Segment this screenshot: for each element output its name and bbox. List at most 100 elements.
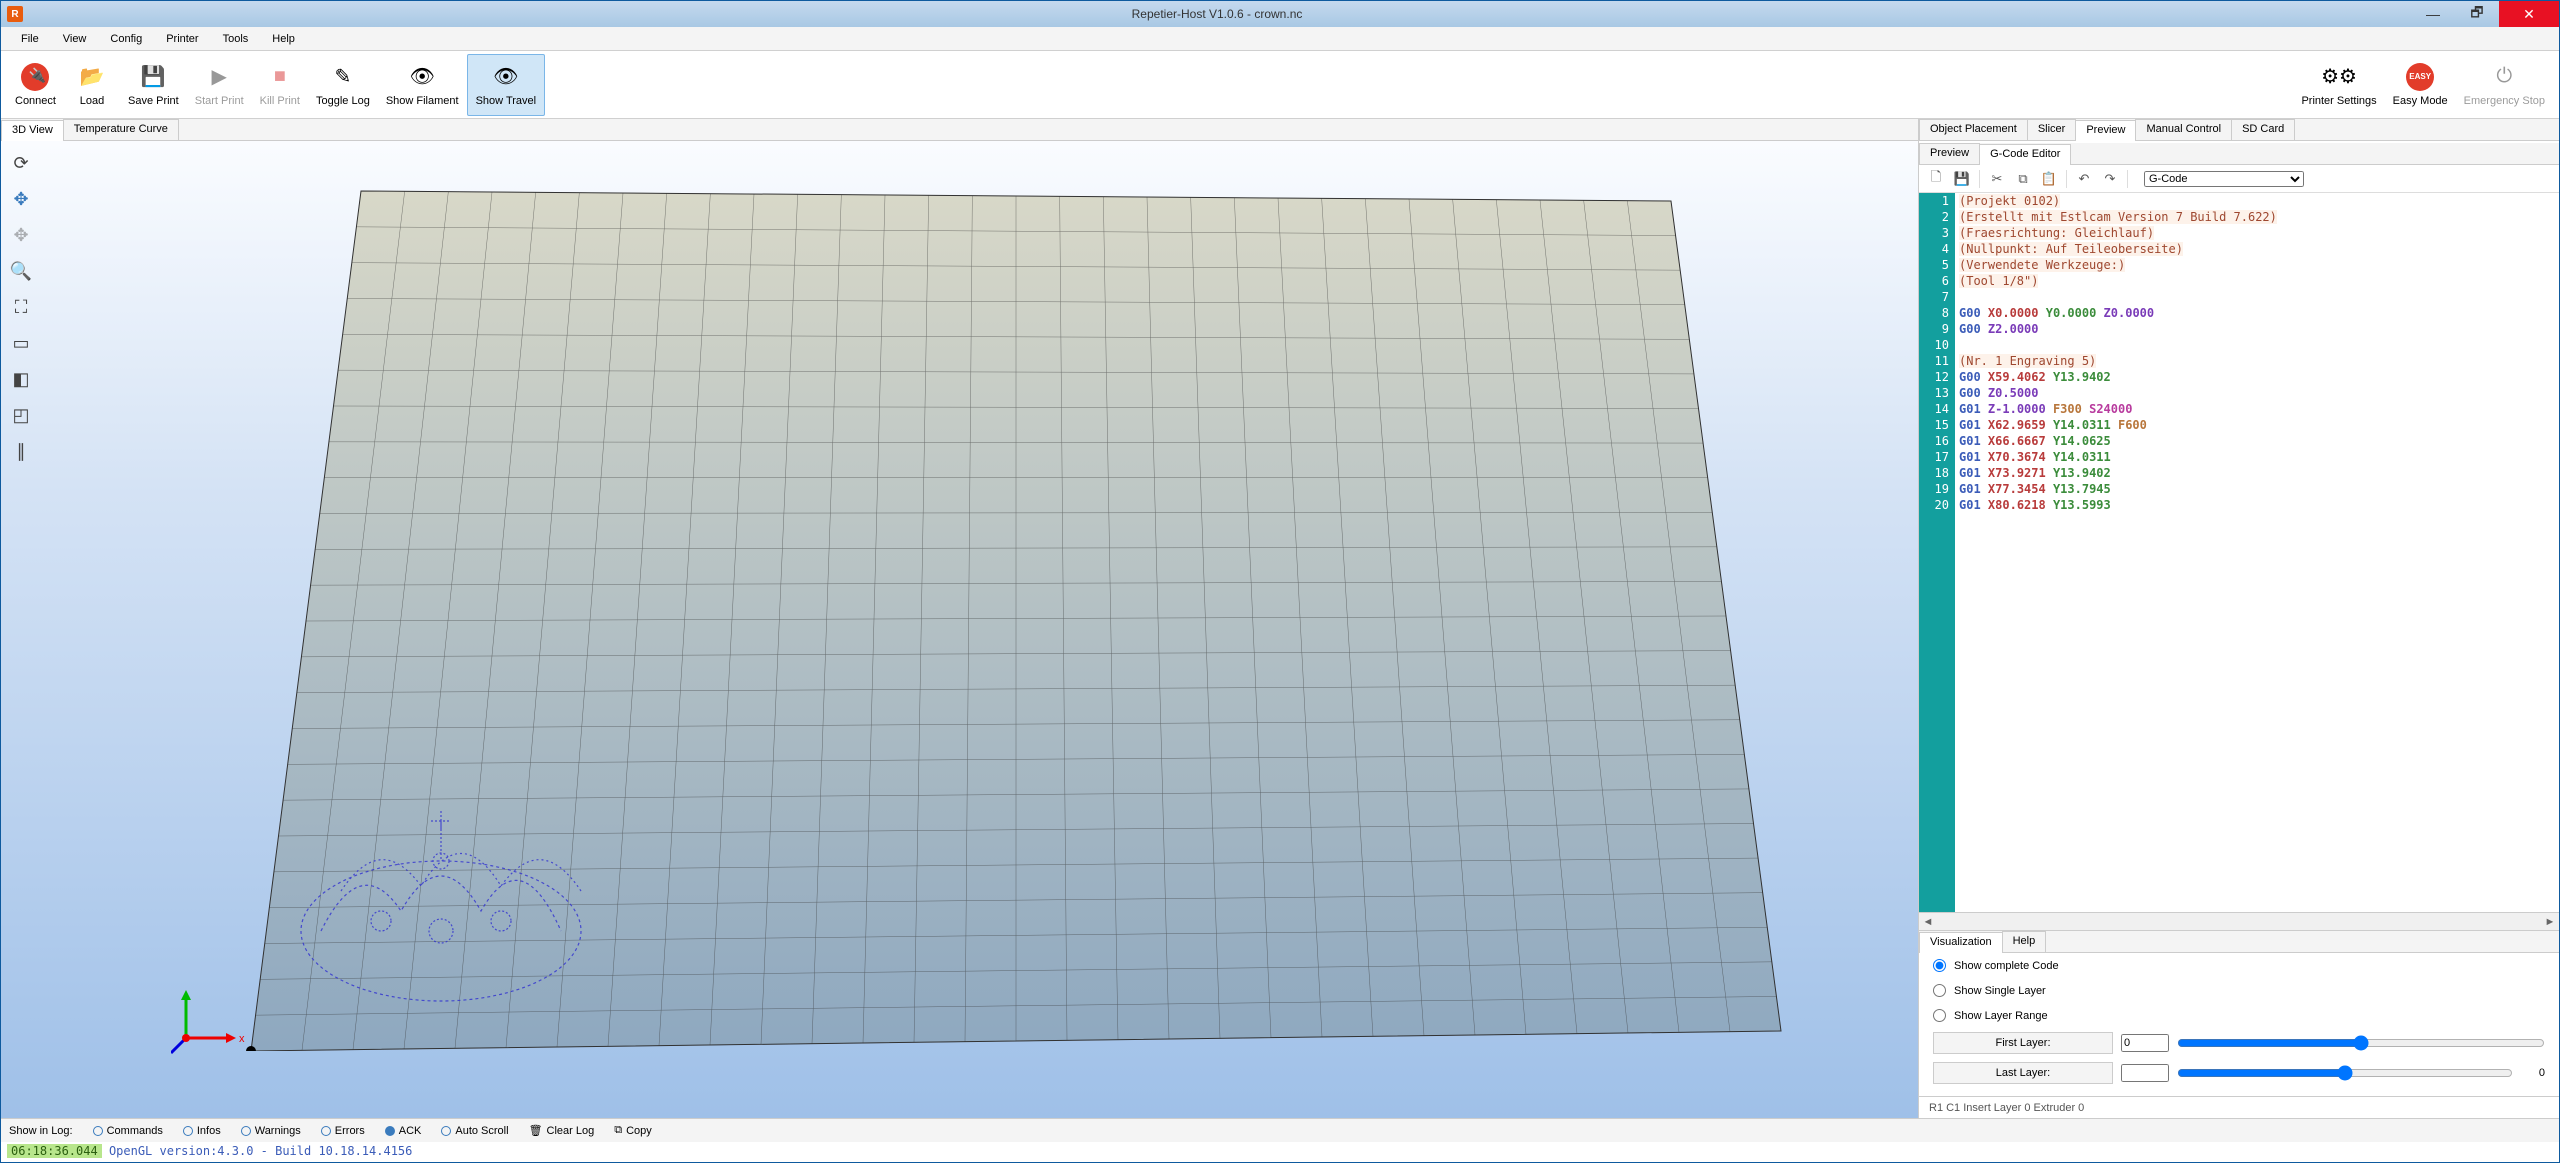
tab-temperature-curve[interactable]: Temperature Curve bbox=[63, 119, 179, 140]
circle-icon bbox=[321, 1126, 331, 1136]
tab-manual-control[interactable]: Manual Control bbox=[2135, 119, 2232, 140]
maximize-button[interactable]: 🗗 bbox=[2455, 1, 2499, 27]
show-filament-button[interactable]: 👁 Show Filament bbox=[378, 54, 467, 116]
connect-button[interactable]: Connect bbox=[7, 54, 64, 116]
show-filament-label: Show Filament bbox=[386, 95, 459, 107]
play-icon: ▶ bbox=[205, 63, 233, 91]
save-print-button[interactable]: 💾 Save Print bbox=[120, 54, 187, 116]
show-travel-label: Show Travel bbox=[476, 95, 537, 107]
save-gcode-icon[interactable]: 💾 bbox=[1953, 170, 1971, 188]
filter-errors[interactable]: Errors bbox=[321, 1125, 365, 1137]
right-tabs: Object Placement Slicer Preview Manual C… bbox=[1919, 119, 2559, 141]
clear-log-button[interactable]: 🗑Clear Log bbox=[529, 1124, 595, 1137]
emergency-label: Emergency Stop bbox=[2464, 95, 2545, 107]
move-object-button[interactable]: ✥ bbox=[5, 219, 37, 251]
save-print-label: Save Print bbox=[128, 95, 179, 107]
subtab-gcode-editor[interactable]: G-Code Editor bbox=[1979, 144, 2071, 165]
connect-label: Connect bbox=[15, 95, 56, 107]
menu-file[interactable]: File bbox=[9, 29, 51, 49]
close-button[interactable]: ✕ bbox=[2499, 1, 2559, 27]
toggle-log-button[interactable]: ✎ Toggle Log bbox=[308, 54, 378, 116]
circle-icon bbox=[441, 1126, 451, 1136]
subtab-preview[interactable]: Preview bbox=[1919, 143, 1980, 164]
window-title: Repetier-Host V1.0.6 - crown.nc bbox=[23, 7, 2411, 21]
rotate-view-button[interactable]: ⟳ bbox=[5, 147, 37, 179]
circle-icon bbox=[241, 1126, 251, 1136]
printer-settings-label: Printer Settings bbox=[2301, 95, 2376, 107]
menu-printer[interactable]: Printer bbox=[154, 29, 210, 49]
first-layer-input[interactable] bbox=[2121, 1034, 2169, 1052]
subtab-visualization[interactable]: Visualization bbox=[1919, 932, 2003, 953]
show-travel-button[interactable]: 👁 Show Travel bbox=[467, 54, 546, 116]
first-layer-slider[interactable] bbox=[2177, 1035, 2545, 1051]
start-print-label: Start Print bbox=[195, 95, 244, 107]
radio-show-range[interactable]: Show Layer Range bbox=[1919, 1003, 2559, 1028]
last-layer-slider[interactable] bbox=[2177, 1065, 2513, 1081]
pencil-icon: ✎ bbox=[329, 63, 357, 91]
scroll-right-icon[interactable]: ► bbox=[2541, 916, 2559, 928]
easy-mode-button[interactable]: EASY Easy Mode bbox=[2385, 54, 2456, 116]
top-view-button[interactable]: ▭ bbox=[5, 327, 37, 359]
redo-icon[interactable]: ↷ bbox=[2101, 170, 2119, 188]
show-in-log-label: Show in Log: bbox=[9, 1125, 73, 1137]
power-icon: ⏻ bbox=[2490, 63, 2518, 91]
emergency-stop-button[interactable]: ⏻ Emergency Stop bbox=[2456, 54, 2553, 116]
gcode-toolbar: 🗋 💾 ✂ ⧉ 📋 ↶ ↷ G-Code bbox=[1919, 165, 2559, 193]
viewport-tools: ⟳ ✥ ✥ 🔍 ⛶ ▭ ◧ ◰ ∥ bbox=[1, 141, 41, 1118]
radio-show-complete[interactable]: Show complete Code bbox=[1919, 953, 2559, 978]
tab-sd-card[interactable]: SD Card bbox=[2231, 119, 2295, 140]
last-layer-input[interactable] bbox=[2121, 1064, 2169, 1082]
parallel-proj-button[interactable]: ∥ bbox=[5, 435, 37, 467]
copy-log-button[interactable]: ⧉Copy bbox=[614, 1124, 652, 1137]
main-toolbar: Connect 📂 Load 💾 Save Print ▶ Start Prin… bbox=[1, 51, 2559, 119]
tab-3d-view[interactable]: 3D View bbox=[1, 120, 64, 141]
fit-button[interactable]: ⛶ bbox=[5, 291, 37, 323]
circle-icon bbox=[93, 1126, 103, 1136]
menu-config[interactable]: Config bbox=[98, 29, 154, 49]
zoom-button[interactable]: 🔍 bbox=[5, 255, 37, 287]
load-button[interactable]: 📂 Load bbox=[64, 54, 120, 116]
new-icon[interactable]: 🗋 bbox=[1927, 170, 1945, 188]
cut-icon[interactable]: ✂ bbox=[1988, 170, 2006, 188]
3d-viewport[interactable]: ⟳ ✥ ✥ 🔍 ⛶ ▭ ◧ ◰ ∥ bbox=[1, 141, 1918, 1118]
printer-settings-button[interactable]: ⚙⚙ Printer Settings bbox=[2293, 54, 2384, 116]
range-end-value: 0 bbox=[2521, 1067, 2545, 1079]
move-view-button[interactable]: ✥ bbox=[5, 183, 37, 215]
menu-tools[interactable]: Tools bbox=[211, 29, 261, 49]
copy-icon[interactable]: ⧉ bbox=[2014, 170, 2032, 188]
paste-icon[interactable]: 📋 bbox=[2040, 170, 2058, 188]
filter-ack[interactable]: ACK bbox=[385, 1125, 422, 1137]
minimize-button[interactable]: — bbox=[2411, 1, 2455, 27]
gcode-select[interactable]: G-Code bbox=[2144, 171, 2304, 187]
filter-autoscroll[interactable]: Auto Scroll bbox=[441, 1125, 508, 1137]
menu-help[interactable]: Help bbox=[260, 29, 307, 49]
filter-commands[interactable]: Commands bbox=[93, 1125, 163, 1137]
undo-icon[interactable]: ↶ bbox=[2075, 170, 2093, 188]
titlebar: R Repetier-Host V1.0.6 - crown.nc — 🗗 ✕ bbox=[1, 1, 2559, 27]
scroll-left-icon[interactable]: ◄ bbox=[1919, 916, 1937, 928]
menu-view[interactable]: View bbox=[51, 29, 99, 49]
trash-icon: 🗑 bbox=[529, 1124, 543, 1137]
gcode-editor-area[interactable]: 1234567891011121314151617181920 (Projekt… bbox=[1919, 193, 2559, 912]
kill-print-button[interactable]: ■ Kill Print bbox=[252, 54, 308, 116]
plug-icon bbox=[21, 63, 49, 91]
tab-slicer[interactable]: Slicer bbox=[2027, 119, 2077, 140]
tab-preview[interactable]: Preview bbox=[2075, 120, 2136, 141]
gear-icon: ⚙⚙ bbox=[2325, 63, 2353, 91]
tab-object-placement[interactable]: Object Placement bbox=[1919, 119, 2028, 140]
start-print-button[interactable]: ▶ Start Print bbox=[187, 54, 252, 116]
log-message: OpenGL version:4.3.0 - Build 10.18.14.41… bbox=[109, 1144, 412, 1158]
iso-view-button[interactable]: ◰ bbox=[5, 399, 37, 431]
front-view-button[interactable]: ◧ bbox=[5, 363, 37, 395]
app-icon: R bbox=[7, 6, 23, 22]
subtab-help[interactable]: Help bbox=[2002, 931, 2047, 952]
radio-show-single[interactable]: Show Single Layer bbox=[1919, 978, 2559, 1003]
first-layer-label: First Layer: bbox=[1933, 1032, 2113, 1054]
filter-warnings[interactable]: Warnings bbox=[241, 1125, 301, 1137]
easy-icon: EASY bbox=[2406, 63, 2434, 91]
3d-canvas[interactable]: x bbox=[41, 141, 1918, 1118]
hscrollbar[interactable]: ◄ ► bbox=[1919, 912, 2559, 930]
circle-icon bbox=[385, 1126, 395, 1136]
circle-icon bbox=[183, 1126, 193, 1136]
filter-infos[interactable]: Infos bbox=[183, 1125, 221, 1137]
